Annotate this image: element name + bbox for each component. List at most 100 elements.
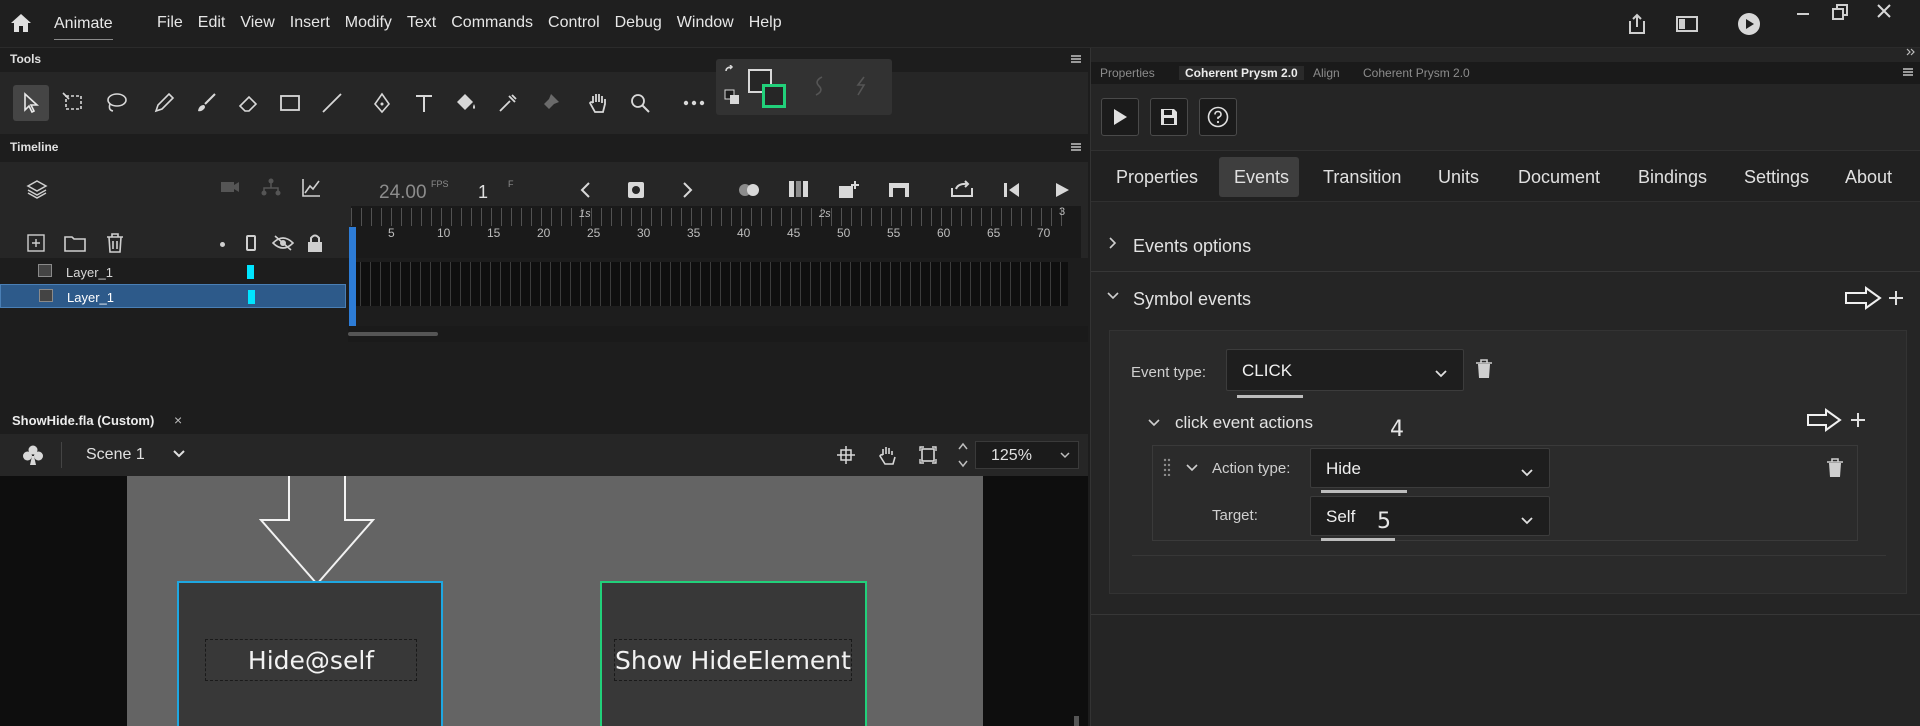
tab-align[interactable]: Align — [1313, 66, 1340, 80]
edit-multiple-frames-icon[interactable] — [788, 180, 810, 198]
action-collapse-chevron-icon[interactable] — [1186, 464, 1198, 472]
menu-window[interactable]: Window — [677, 14, 734, 32]
home-icon[interactable] — [10, 13, 32, 33]
menu-control[interactable]: Control — [548, 14, 600, 32]
click-actions-chevron-icon[interactable] — [1148, 419, 1160, 427]
eraser-tool-icon[interactable] — [230, 85, 266, 121]
zoom-stepper-icon[interactable] — [957, 440, 969, 470]
timeline-scroll-thumb[interactable] — [348, 332, 438, 336]
events-options-chevron-icon[interactable] — [1109, 237, 1117, 249]
zoom-tool-icon[interactable] — [622, 85, 658, 121]
hide-layers-icon[interactable] — [272, 235, 294, 251]
parenting-icon[interactable] — [261, 178, 281, 196]
nav-events[interactable]: Events — [1234, 167, 1289, 188]
preview-play-button[interactable] — [1101, 98, 1139, 136]
next-keyframe-icon[interactable] — [682, 182, 694, 198]
show-hide-element-button-label[interactable]: Show HideElement — [614, 639, 852, 681]
default-colors-icon[interactable] — [724, 89, 740, 105]
timeline-menu-icon[interactable] — [1071, 143, 1081, 151]
stage[interactable]: Hide@self Show HideElement — [127, 476, 983, 726]
events-options-header[interactable]: Events options — [1133, 236, 1251, 257]
document-tab-close-icon[interactable]: × — [174, 412, 182, 428]
onion-skin-icon[interactable] — [737, 182, 763, 198]
frame-ruler[interactable]: 1s 2s 3 5 10 15 20 25 30 35 40 45 50 55 … — [351, 206, 1081, 258]
step-back-icon[interactable] — [1002, 182, 1022, 198]
outline-layers-icon[interactable] — [246, 235, 256, 251]
clip-stage-icon[interactable] — [919, 446, 937, 464]
symbol-events-header[interactable]: Symbol events — [1133, 289, 1251, 310]
pin-tool-icon[interactable] — [532, 85, 568, 121]
event-type-select[interactable]: CLICK — [1226, 349, 1464, 398]
pen-tool-icon[interactable] — [364, 85, 400, 121]
layers-icon[interactable] — [26, 179, 48, 199]
right-panel-menu-icon[interactable] — [1903, 68, 1913, 76]
menu-commands[interactable]: Commands — [451, 14, 533, 32]
show-hide-element-button-symbol[interactable]: Show HideElement — [600, 581, 867, 726]
menu-edit[interactable]: Edit — [198, 14, 226, 32]
tab-coherent-prysm[interactable]: Coherent Prysm 2.0 — [1179, 66, 1304, 80]
help-button[interactable] — [1199, 98, 1237, 136]
menu-text[interactable]: Text — [407, 14, 436, 32]
target-select[interactable]: Self — [1310, 496, 1550, 541]
straighten-icon[interactable] — [854, 75, 868, 97]
share-icon[interactable] — [1626, 13, 1648, 35]
scene-dropdown-chevron-icon[interactable] — [173, 450, 185, 458]
pencil-tool-icon[interactable] — [146, 85, 182, 121]
symbol-events-chevron-icon[interactable] — [1107, 292, 1119, 300]
hand-tool-icon[interactable] — [580, 85, 616, 121]
document-tab-title[interactable]: ShowHide.fla (Custom) — [12, 413, 154, 428]
menu-view[interactable]: View — [240, 14, 274, 32]
selection-tool-icon[interactable] — [13, 85, 49, 121]
menu-file[interactable]: File — [157, 14, 183, 32]
loop-icon[interactable] — [950, 180, 974, 198]
insert-keyframe-icon[interactable] — [627, 181, 645, 199]
layer-name[interactable]: Layer_1 — [66, 265, 113, 280]
layer-row[interactable]: Layer_1 — [0, 284, 346, 308]
add-symbol-event-icon[interactable] — [1888, 290, 1904, 306]
restore-icon[interactable] — [1832, 4, 1848, 20]
menu-modify[interactable]: Modify — [345, 14, 392, 32]
tab-properties[interactable]: Properties — [1100, 66, 1155, 80]
insert-frame-icon[interactable] — [838, 180, 860, 200]
tab-coherent-prysm-2[interactable]: Coherent Prysm 2.0 — [1363, 66, 1470, 80]
nav-properties[interactable]: Properties — [1116, 167, 1198, 188]
brush-tool-icon[interactable] — [188, 85, 224, 121]
layer-color-swatch[interactable] — [248, 290, 255, 304]
delete-layer-icon[interactable] — [106, 233, 124, 253]
app-name[interactable]: Animate — [54, 15, 113, 40]
text-tool-icon[interactable] — [406, 85, 442, 121]
test-movie-icon[interactable] — [1737, 12, 1761, 36]
camera-icon[interactable] — [220, 180, 240, 194]
nav-document[interactable]: Document — [1518, 167, 1600, 188]
create-tween-icon[interactable] — [888, 182, 910, 198]
nav-settings[interactable]: Settings — [1744, 167, 1809, 188]
fill-color-swatch[interactable] — [762, 84, 786, 108]
zoom-field[interactable]: 125% — [975, 441, 1079, 469]
minimize-icon[interactable] — [1796, 5, 1810, 19]
hide-self-button-symbol[interactable]: Hide@self — [177, 581, 443, 726]
menu-insert[interactable]: Insert — [290, 14, 330, 32]
current-frame[interactable]: 1 — [478, 182, 488, 203]
delete-action-icon[interactable] — [1826, 458, 1844, 478]
highlight-layers-icon[interactable] — [220, 242, 225, 247]
drag-handle-icon[interactable] — [1163, 458, 1171, 476]
delete-event-icon[interactable] — [1475, 359, 1493, 379]
smooth-icon[interactable] — [812, 75, 826, 97]
menu-help[interactable]: Help — [749, 14, 782, 32]
nav-transition[interactable]: Transition — [1323, 167, 1401, 188]
nav-about[interactable]: About — [1845, 167, 1892, 188]
down-arrow-icon[interactable] — [259, 476, 375, 586]
workspace-icon[interactable] — [1676, 15, 1698, 33]
save-button[interactable] — [1150, 98, 1188, 136]
rotate-stage-icon[interactable] — [877, 445, 899, 465]
snap-icon[interactable] — [837, 446, 855, 464]
graph-editor-icon[interactable] — [300, 177, 322, 199]
zoom-dropdown-chevron-icon[interactable] — [1060, 452, 1070, 459]
menu-debug[interactable]: Debug — [615, 14, 662, 32]
prev-keyframe-icon[interactable] — [579, 182, 591, 198]
scene-name[interactable]: Scene 1 — [86, 446, 145, 464]
new-folder-icon[interactable] — [64, 234, 86, 252]
layer-name[interactable]: Layer_1 — [67, 290, 114, 305]
more-tools-icon[interactable] — [676, 85, 712, 121]
play-icon[interactable] — [1054, 182, 1070, 198]
